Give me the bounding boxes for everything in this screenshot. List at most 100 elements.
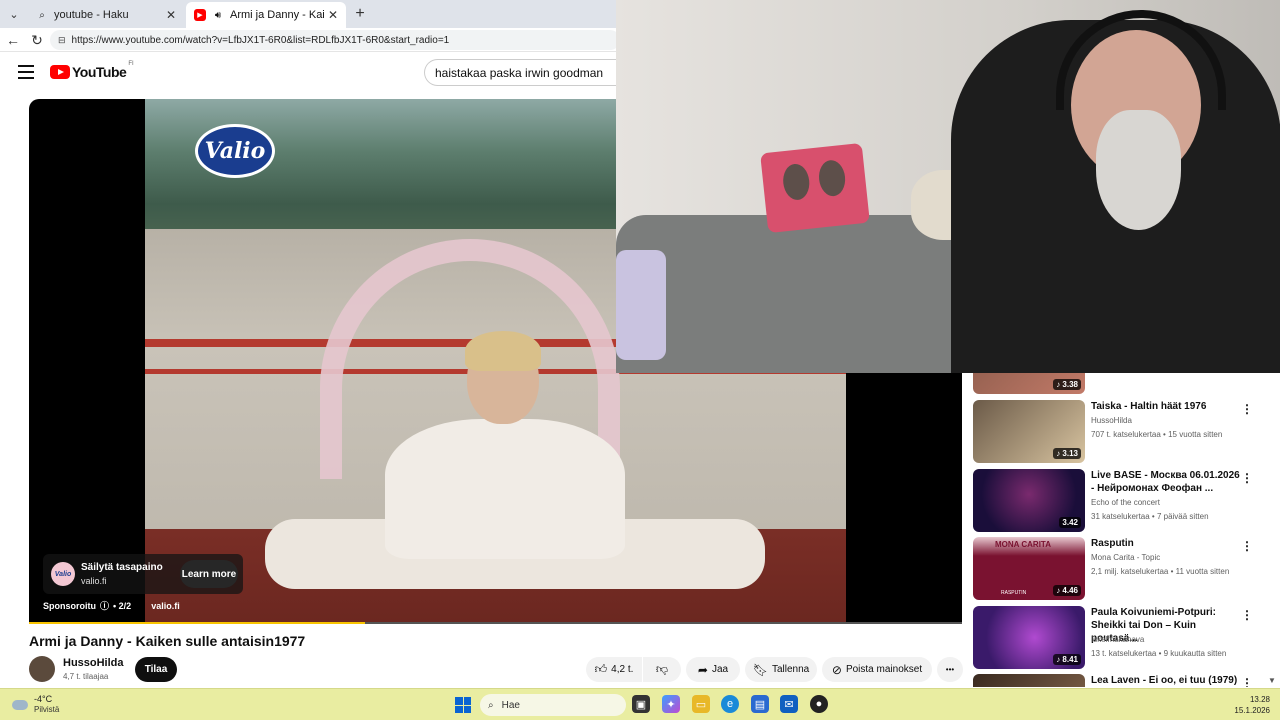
video-thumbnail[interactable]: ♪ 8.41 [973,606,1085,669]
advertiser-avatar: Valio [51,562,75,586]
edge-browser-icon[interactable]: e [721,695,739,713]
thumbnail-caption-text: RASPUTIN [1001,590,1027,596]
video-thumbnail[interactable]: ♪ 3.13 [973,400,1085,463]
search-icon: ⌕ [488,699,494,711]
more-vert-icon[interactable]: ⋮ [1241,608,1253,622]
more-vert-icon[interactable]: ⋮ [1241,471,1253,485]
learn-more-button[interactable]: Learn more [180,560,238,588]
refresh-button[interactable]: ↻ [28,31,46,49]
video-thumbnail[interactable]: 3.42 [973,469,1085,532]
recommendation-channel[interactable]: Iskelmäkanava [1091,635,1144,644]
recommendation-channel[interactable]: Echo of the concert [1091,498,1160,507]
scroll-down-arrow-icon[interactable]: ▼ [1268,676,1276,685]
clock-time: 13.28 [1249,695,1270,704]
remove-ads-button[interactable]: ⊘ Poista mainokset [822,657,932,682]
youtube-play-icon [50,65,70,79]
ad-headline: Säilytä tasapaino [81,562,163,573]
taskbar-search[interactable]: ⌕ Hae [480,694,626,716]
save-button[interactable]: 🔖︎ Tallenna [745,657,817,682]
cloud-icon [12,699,28,710]
video-thumbnail[interactable]: MONA CARITA RASPUTIN ♪ 4.46 [973,537,1085,600]
recommendation-item[interactable]: Lea Laven - Ei oo, ei tuu (1979) ⋮ [973,674,1273,687]
recommendation-item[interactable]: 3.42 Live BASE - Москва 06.01.2026 - Ней… [973,469,1273,533]
recommendation-title[interactable]: Live BASE - Москва 06.01.2026 - Нейромон… [1091,469,1241,495]
recommendation-item[interactable]: ♪ 8.41 Paula Koivuniemi-Potpuri: Sheikki… [973,606,1273,670]
site-info-icon[interactable]: ⊟ [58,35,66,46]
sponsored-label: Sponsoroitu [43,600,96,611]
new-tab-button[interactable]: + [350,4,370,24]
close-tab-icon[interactable]: ✕ [324,8,338,22]
tab-video[interactable]: ▶ 🔊︎ Armi ja Danny - Kaiken sulle a ✕ [186,2,346,28]
channel-name[interactable]: HussoHilda [63,657,124,669]
close-tab-icon[interactable]: ✕ [162,8,176,22]
info-icon[interactable]: ⓘ [100,599,109,612]
recommendation-title[interactable]: Taiska - Haltin häät 1976 [1091,400,1241,413]
recommendation-channel[interactable]: HussoHilda [1091,416,1132,425]
recommendation-item[interactable]: ♪ 3.13 Taiska - Haltin häät 1976 HussoHi… [973,400,1273,464]
like-button[interactable]: 👍︎ 4,2 t. [586,657,642,682]
menu-icon[interactable] [18,65,34,79]
app-icon[interactable]: ● [810,695,828,713]
video-thumbnail[interactable] [973,674,1085,687]
back-button[interactable]: ← [4,31,22,49]
more-vert-icon[interactable]: ⋮ [1241,539,1253,553]
channel-avatar[interactable] [29,656,55,682]
tab-youtube-search[interactable]: ⌕ youtube - Haku ✕ [28,2,184,28]
copilot-icon[interactable]: ✦ [662,695,680,713]
duration-badge: ♪ 3.38 [1053,379,1081,390]
subscribe-button[interactable]: Tilaa [135,657,177,682]
speaker-icon[interactable]: 🔊︎ [212,9,224,21]
store-icon[interactable]: ▤ [751,695,769,713]
recommendation-title[interactable]: Lea Laven - Ei oo, ei tuu (1979) [1091,674,1241,687]
recommendation-meta: 13 t. katselukertaa • 9 kuukautta sitten [1091,649,1227,658]
thumbs-down-icon: 👎︎ [655,662,669,676]
file-explorer-icon[interactable]: ▭ [692,695,710,713]
recommendation-title[interactable]: Rasputin [1091,537,1241,550]
more-icon: ••• [945,665,955,674]
weather-condition: Pilvistä [34,705,60,714]
logo-text: YouTube [72,64,127,80]
video-thumbnail[interactable]: ♪ 3.38 [973,373,1085,394]
duration-badge: ♪ 8.41 [1053,654,1081,665]
bookmark-icon: 🔖︎ [752,662,768,677]
more-vert-icon[interactable]: ⋮ [1241,402,1253,416]
performer-body [385,419,625,559]
owl-figure [781,162,812,202]
screen: ⌄ ⌕ youtube - Haku ✕ ▶ 🔊︎ Armi ja Danny … [0,0,1280,720]
owl-figure [817,158,847,198]
outlook-icon[interactable]: ✉ [780,695,798,713]
progress-bar[interactable] [29,622,962,624]
thumbs-up-icon: 👍︎ [594,662,608,676]
search-icon: ⌕ [39,9,45,21]
weather-widget[interactable]: -4°C Pilvistä [12,694,59,715]
more-actions-button[interactable]: ••• [937,657,963,682]
remove-ads-label: Poista mainokset [845,664,923,675]
search-input[interactable]: haistakaa paska irwin goodman [424,59,624,86]
recommendation-item[interactable]: ♪ 3.38 [973,373,1273,395]
recommendation-meta: 2,1 milj. katselukertaa • 11 vuotta sitt… [1091,567,1230,576]
system-clock[interactable]: 13.28 15.1.2026 [1226,694,1270,716]
recommendation-item[interactable]: MONA CARITA RASPUTIN ♪ 4.46 Rasputin Mon… [973,537,1273,601]
task-view-icon[interactable]: ▣ [632,695,650,713]
more-vert-icon[interactable]: ⋮ [1241,676,1253,687]
ad-domain: valio.fi [81,576,107,586]
duration-badge: ♪ 3.13 [1053,448,1081,459]
ad-overlay-card[interactable]: Valio Säilytä tasapaino valio.fi Learn m… [43,554,243,594]
ad-link[interactable]: valio.fi [151,601,180,611]
recommendation-channel[interactable]: Mona Carita - Topic [1091,553,1160,562]
taskbar-search-placeholder: Hae [501,699,520,711]
windows-start-icon[interactable] [455,697,471,713]
recommendation-meta: 707 t. katselukertaa • 15 vuotta sitten [1091,430,1223,439]
recommendations-sidebar: ♪ 3.38 ♪ 3.13 Taiska - Haltin häät 1976 … [963,373,1280,687]
url-text: https://www.youtube.com/watch?v=LfbJX1T-… [71,34,450,46]
search-query: haistakaa paska irwin goodman [435,65,604,80]
youtube-logo[interactable]: YouTube FI [50,61,134,80]
recommendation-meta: 31 katselukertaa • 7 päivää sitten [1091,512,1209,521]
ad-counter: • 2/2 [113,600,132,611]
tab-actions-menu-icon[interactable]: ⌄ [4,4,24,24]
dislike-button[interactable]: 👎︎ [643,657,681,682]
progress-bar-fill [29,622,365,624]
share-button[interactable]: ➦ Jaa [686,657,740,682]
url-field[interactable]: ⊟ https://www.youtube.com/watch?v=LfbJX1… [50,30,620,50]
share-icon: ➦ [697,662,708,677]
